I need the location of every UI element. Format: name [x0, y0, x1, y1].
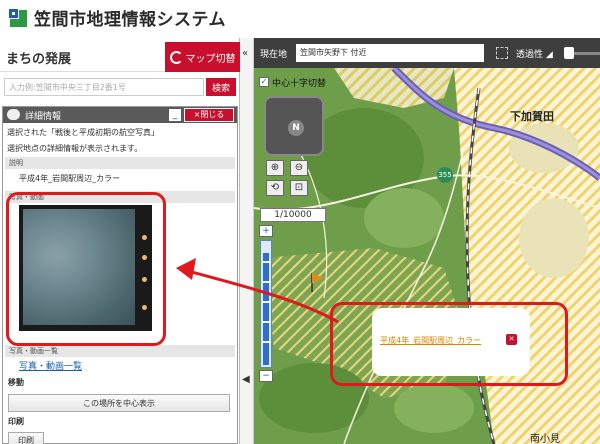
- zoom-plus-button[interactable]: +: [259, 225, 273, 237]
- zoom-tick: [263, 341, 271, 343]
- zoom-tick: [263, 321, 271, 323]
- app-root: 笠間市地理情報システム まちの発展 マップ切替 入力例:笠間市中央三丁目2番1号…: [0, 0, 600, 444]
- detail-titlebar[interactable]: 詳細情報 _ ×閉じる: [3, 107, 237, 123]
- rotate-icon[interactable]: ⟲: [266, 180, 284, 196]
- crosshair-toggle[interactable]: ✓ 中心十字切替: [259, 76, 327, 89]
- center-location-button[interactable]: この場所を中心表示: [8, 394, 230, 412]
- collapse-panel-icon[interactable]: ◀: [242, 374, 250, 385]
- print-button[interactable]: 印刷: [8, 432, 44, 444]
- panel-divider[interactable]: « ◀: [240, 38, 254, 444]
- scale-indicator[interactable]: 1/10000: [260, 208, 326, 222]
- zoom-out-icon[interactable]: ⊖: [290, 160, 308, 176]
- info-icon: [7, 109, 20, 120]
- highlight-popup: [330, 302, 568, 386]
- collapse-panel-icon[interactable]: «: [242, 48, 248, 59]
- search-row: 入力例:笠間市中央三丁目2番1号 検索: [4, 78, 236, 96]
- zoom-slider-fill: [263, 253, 269, 365]
- selected-layer-text: 選択された「戦後と平成初期の航空写真」: [7, 128, 159, 137]
- zoom-tick: [263, 301, 271, 303]
- photo-list-header: 写真・動画一覧: [5, 345, 235, 357]
- site-title: 笠間市地理情報システム: [34, 10, 226, 30]
- site-logo-icon: [9, 9, 27, 27]
- description-header: 説明: [5, 157, 235, 169]
- minimize-button[interactable]: _: [169, 109, 181, 121]
- zoom-tick: [263, 281, 271, 283]
- zoom-area-icon[interactable]: ⊡: [290, 180, 308, 196]
- map-canvas[interactable]: ✓ 中心十字切替 N ⊕ ⊖ ⟲ ⊡ 1/10000 + − 下加賀田 南小見 …: [254, 68, 600, 444]
- address-search-input[interactable]: 入力例:笠間市中央三丁目2番1号: [4, 78, 204, 96]
- panel-title: まちの発展: [6, 52, 72, 67]
- zoom-slider[interactable]: [260, 240, 272, 368]
- pan-control[interactable]: N: [264, 96, 324, 156]
- print-header: 印刷: [8, 417, 24, 426]
- place-label: 南小見: [530, 434, 560, 444]
- checkbox-icon[interactable]: ✓: [259, 77, 269, 87]
- place-label: 下加賀田: [510, 110, 554, 123]
- location-label: 現在地: [260, 50, 288, 60]
- map-switch-button[interactable]: マップ切替: [165, 42, 240, 72]
- description-value: 平成4年_岩間駅周辺_カラー: [19, 174, 121, 183]
- map-switch-label: マップ切替: [185, 53, 236, 65]
- crosshair-label: 中心十字切替: [272, 78, 327, 89]
- location-field: 笠間市矢野下 付近: [296, 44, 484, 62]
- transparency-slider-handle[interactable]: [564, 47, 574, 59]
- zoom-tick: [263, 261, 271, 263]
- transparency-label[interactable]: 透過性 ◢: [516, 47, 553, 60]
- search-button[interactable]: 検索: [206, 78, 236, 96]
- refresh-icon: [169, 50, 183, 64]
- zoom-minus-button[interactable]: −: [259, 370, 273, 382]
- map-toolbar: 現在地 笠間市矢野下 付近 透過性 ◢: [254, 38, 600, 68]
- site-header: 笠間市地理情報システム: [0, 0, 600, 38]
- panel-header: まちの発展 マップ切替: [0, 42, 240, 72]
- compass-icon: N: [288, 120, 304, 136]
- detail-title: 詳細情報: [25, 112, 62, 122]
- zoom-in-icon[interactable]: ⊕: [266, 160, 284, 176]
- selected-info-text: 選択地点の詳細情報が表示されます。: [7, 144, 143, 153]
- photo-list-link[interactable]: 写真・動画一覧: [19, 359, 82, 372]
- route-number-badge: 355: [437, 167, 453, 183]
- move-header: 移動: [8, 378, 24, 387]
- highlight-photo: [6, 192, 166, 346]
- crosshair-icon[interactable]: [496, 47, 508, 59]
- close-detail-button[interactable]: ×閉じる: [184, 108, 234, 122]
